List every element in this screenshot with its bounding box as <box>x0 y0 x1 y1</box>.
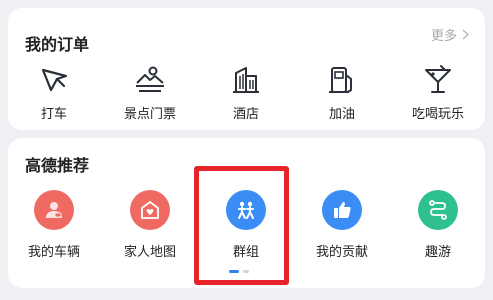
recommend-item-family-map[interactable]: 家人地图 <box>110 190 190 260</box>
order-item-gas[interactable]: 加油 <box>302 63 382 122</box>
recommend-item-my-vehicle[interactable]: 我的车辆 <box>14 190 94 260</box>
highlight-box <box>194 166 289 285</box>
cocktail-icon <box>425 65 451 93</box>
order-item-hotel[interactable]: 酒店 <box>206 63 286 122</box>
hotel-icon <box>233 67 259 93</box>
recommend-item-label: 家人地图 <box>123 245 176 260</box>
recommend-item-label: 趣游 <box>424 245 451 260</box>
order-item-scenic-ticket[interactable]: 景点门票 <box>110 63 190 122</box>
gas-pump-icon <box>329 67 352 93</box>
page-indicator <box>229 270 249 273</box>
orders-title: 我的订单 <box>25 35 90 54</box>
scenic-ticket-icon <box>136 66 164 92</box>
recommend-item-fun-tour[interactable]: 趣游 <box>398 190 478 260</box>
order-item-label: 吃喝玩乐 <box>411 107 464 122</box>
more-label: 更多 <box>430 29 457 44</box>
page-dot <box>243 270 249 273</box>
order-item-label: 加油 <box>328 107 355 122</box>
chevron-right-icon <box>462 29 469 40</box>
page-dot-active <box>229 270 239 273</box>
orders-card: 我的订单 更多 打车 景点门票 酒店 加油 吃喝玩乐 <box>8 8 485 130</box>
order-item-label: 景点门票 <box>123 107 176 122</box>
order-item-label: 酒店 <box>232 107 259 122</box>
order-item-food-fun[interactable]: 吃喝玩乐 <box>398 63 478 122</box>
car-user-icon <box>34 190 74 230</box>
orders-more-link[interactable]: 更多 <box>431 25 469 44</box>
recommend-item-my-contribution[interactable]: 我的贡献 <box>302 190 382 260</box>
taxi-arrow-icon <box>41 68 68 92</box>
family-heart-icon <box>130 190 170 230</box>
recommend-title: 高德推荐 <box>25 156 90 175</box>
order-item-taxi[interactable]: 打车 <box>14 63 94 122</box>
route-icon <box>418 190 458 230</box>
thumbs-up-icon <box>322 190 362 230</box>
recommend-item-label: 我的贡献 <box>315 245 368 260</box>
order-item-label: 打车 <box>40 107 67 122</box>
recommend-item-label: 我的车辆 <box>27 245 80 260</box>
